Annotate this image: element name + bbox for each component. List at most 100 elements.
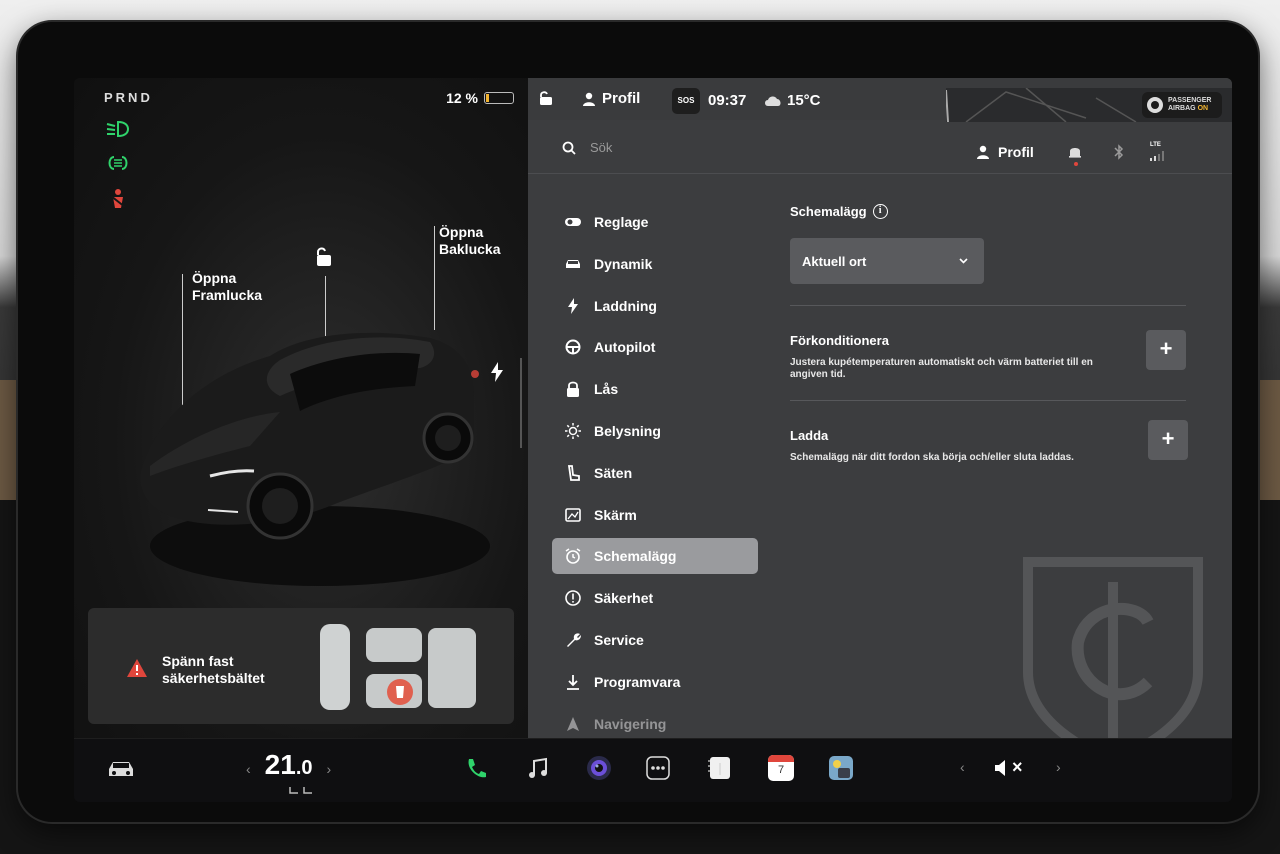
notes-icon[interactable] — [708, 755, 732, 781]
location-dropdown[interactable]: Aktuell ort — [790, 238, 984, 284]
speaker-icon — [995, 759, 1005, 776]
person-icon — [977, 145, 989, 159]
person-icon — [583, 92, 595, 106]
airbag-text: PASSENGER AIRBAG ON — [1168, 97, 1211, 113]
menu-item-schemalagg[interactable]: Schemalägg — [552, 538, 758, 575]
temp-whole: 21 — [264, 749, 296, 780]
front-trunk-label[interactable]: Öppna Framlucka — [192, 270, 262, 304]
menu-item-label: Lås — [594, 381, 619, 398]
add-precondition-button[interactable]: + — [1146, 330, 1186, 370]
outside-temperature: 15°C — [787, 92, 821, 109]
seatbelt-alert-card: Spänn fast säkerhetsbältet — [88, 608, 514, 724]
precondition-title: Förkonditionera — [790, 333, 889, 348]
seat-icon — [564, 464, 582, 482]
menu-item-label: Service — [594, 631, 644, 648]
menu-item-belysning[interactable]: Belysning — [552, 413, 758, 449]
airbag-state: ON — [1197, 105, 1209, 112]
fog-light-icon — [108, 156, 128, 170]
car-model-render[interactable] — [130, 316, 490, 606]
volume-decrease-button[interactable]: ‹ — [960, 759, 965, 775]
menu-item-skarm[interactable]: Skärm — [552, 497, 758, 533]
charge-port-icon[interactable] — [490, 362, 504, 382]
volume-increase-button[interactable]: › — [1056, 759, 1061, 775]
wrench-icon — [564, 631, 582, 649]
search-box[interactable]: Sök — [562, 140, 612, 155]
airbag-line2: AIRBAG — [1168, 105, 1196, 112]
music-icon[interactable] — [526, 757, 550, 781]
menu-item-las[interactable]: Lås — [552, 371, 758, 407]
rear-trunk-label-line1: Öppna — [439, 224, 484, 240]
info-icon[interactable]: i — [872, 204, 888, 219]
menu-item-label: Säten — [594, 464, 633, 481]
passenger-airbag-indicator: PASSENGER AIRBAG ON — [1142, 92, 1222, 118]
more-apps-icon[interactable] — [646, 756, 670, 780]
seat-occupancy-diagram — [320, 624, 476, 710]
unlock-icon[interactable] — [538, 90, 554, 106]
seatbelt-alert-line2: säkerhetsbältet — [162, 670, 265, 686]
signal-bars-icon — [1150, 151, 1164, 161]
menu-item-label: Laddning — [594, 297, 657, 314]
lte-signal: LTE — [1150, 142, 1166, 166]
rear-trunk-leader-line — [434, 226, 435, 330]
car-controls-icon[interactable] — [106, 759, 136, 779]
climate-control[interactable]: ‹ 21.0 › — [246, 749, 331, 781]
download-icon — [564, 673, 582, 691]
volume-mute-button[interactable]: × — [994, 757, 1023, 778]
unlock-icon[interactable] — [314, 246, 334, 268]
clock: 09:37 — [708, 92, 747, 109]
charge-description: Schemalägg när ditt fordon ska börja och… — [790, 452, 1074, 463]
mini-map[interactable]: PASSENGER AIRBAG ON — [946, 88, 1232, 122]
chevron-down-icon — [959, 258, 968, 264]
menu-item-reglage[interactable]: Reglage — [552, 204, 758, 240]
toybox-icon[interactable] — [828, 755, 854, 781]
seat-heater-icon[interactable] — [288, 785, 314, 795]
menu-item-saten[interactable]: Säten — [552, 455, 758, 491]
lte-label: LTE — [1150, 142, 1161, 148]
car-visualization-panel: PRND 12 % Öppna Framlucka Öppna Baklucka… — [74, 78, 528, 738]
calendar-icon[interactable]: 7 — [768, 755, 794, 781]
menu-item-service[interactable]: Service — [552, 622, 758, 658]
sun-icon — [564, 422, 582, 440]
calendar-day: 7 — [777, 764, 785, 776]
precondition-description: Justera kupétemperaturen automatiskt och… — [790, 357, 1093, 380]
menu-item-label: Autopilot — [594, 339, 656, 356]
header-profile-button[interactable]: Profil — [976, 144, 1034, 160]
rear-trunk-label-line2: Baklucka — [439, 241, 501, 257]
temp-increase-button[interactable]: › — [327, 761, 332, 777]
calendar-header — [768, 755, 794, 762]
menu-item-autopilot[interactable]: Autopilot — [552, 329, 758, 365]
sos-button[interactable]: SOS — [672, 88, 700, 114]
seatbelt-alert-text: Spänn fast säkerhetsbältet — [162, 653, 265, 687]
menu-item-sakerhet[interactable]: Säkerhet — [552, 580, 758, 616]
temp-decrease-button[interactable]: ‹ — [246, 761, 251, 777]
navigation-icon — [564, 715, 582, 733]
phone-icon[interactable] — [464, 757, 488, 781]
display-bezel: PRND 12 % Öppna Framlucka Öppna Baklucka… — [18, 22, 1258, 822]
divider — [790, 305, 1186, 306]
bell-icon[interactable] — [1068, 144, 1082, 160]
camera-icon[interactable] — [586, 755, 612, 781]
temp-decimal: .0 — [295, 757, 313, 779]
menu-item-navigering[interactable]: Navigering — [552, 706, 758, 742]
menu-item-programvara[interactable]: Programvara — [552, 664, 758, 700]
add-charge-schedule-button[interactable]: + — [1148, 420, 1188, 460]
menu-item-laddning[interactable]: Laddning — [552, 288, 758, 324]
menu-item-dynamik[interactable]: Dynamik — [552, 246, 758, 282]
status-profile[interactable]: Profil — [582, 90, 640, 107]
status-profile-label: Profil — [602, 90, 641, 107]
menu-item-label: Reglage — [594, 214, 649, 230]
mute-x: × — [1012, 757, 1023, 777]
menu-item-label: Schemalägg — [594, 548, 677, 565]
low-beam-icon — [106, 120, 130, 138]
settings-menu: Reglage Dynamik Laddning Autopilot Lås B… — [552, 204, 758, 747]
rear-trunk-label[interactable]: Öppna Baklucka — [439, 224, 500, 258]
bluetooth-icon[interactable] — [1114, 144, 1124, 160]
settings-panel: Profil SOS 09:37 15°C PASSENGER AIRBAG O… — [528, 78, 1232, 762]
schedule-title: Schemalägg — [790, 204, 867, 219]
cabin-temperature: 21.0 — [265, 749, 313, 781]
warning-triangle-icon — [127, 659, 147, 677]
seatbelt-alert-line1: Spänn fast — [162, 653, 234, 669]
bottom-dock: ‹ 21.0 › 7 ‹ × › — [74, 738, 1232, 802]
airbag-icon — [1147, 97, 1163, 113]
search-icon — [562, 141, 576, 155]
